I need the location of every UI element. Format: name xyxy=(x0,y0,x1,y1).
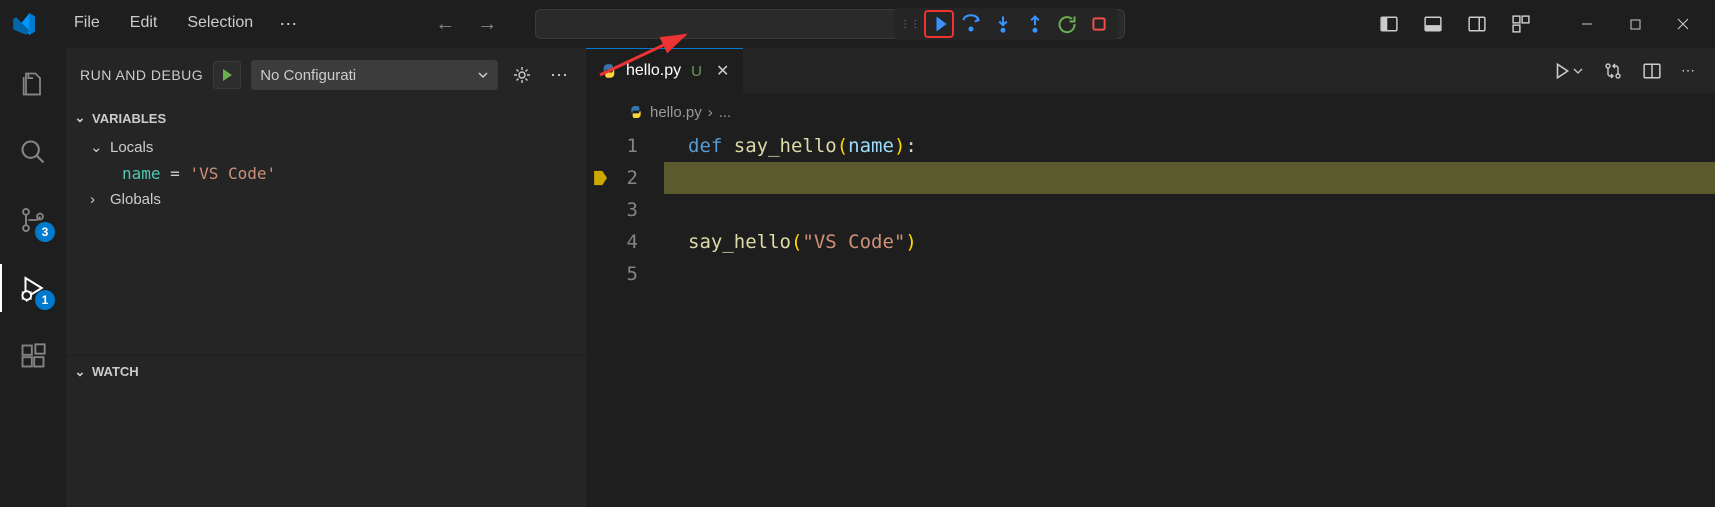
breadcrumb-rest: ... xyxy=(719,104,732,121)
python-file-icon xyxy=(628,104,644,120)
split-editor-icon[interactable] xyxy=(1637,58,1667,84)
tab-filename: hello.py xyxy=(626,62,681,80)
vscode-logo-icon xyxy=(8,8,40,40)
chevron-down-icon: ⌄ xyxy=(72,364,88,380)
step-out-button[interactable] xyxy=(1020,10,1050,38)
explorer-icon[interactable] xyxy=(9,60,57,108)
stop-button[interactable] xyxy=(1084,10,1114,38)
locals-scope[interactable]: ⌄ Locals xyxy=(66,134,586,160)
globals-label: Globals xyxy=(110,191,161,208)
title-bar: File Edit Selection ⋯ ← → ⋮⋮ xyxy=(0,0,1715,48)
extensions-icon[interactable] xyxy=(9,332,57,380)
scm-badge: 3 xyxy=(35,222,55,242)
source-control-icon[interactable]: 3 xyxy=(9,196,57,244)
menu-edit[interactable]: Edit xyxy=(116,8,172,41)
restart-button[interactable] xyxy=(1052,10,1082,38)
close-icon[interactable]: ✕ xyxy=(716,61,729,81)
sidebar-title: RUN AND DEBUG xyxy=(80,67,203,83)
menu-bar: File Edit Selection ⋯ xyxy=(60,8,307,41)
watch-label: WATCH xyxy=(92,364,139,379)
menu-more-icon[interactable]: ⋯ xyxy=(269,8,307,41)
breadcrumb[interactable]: hello.py › ... xyxy=(586,94,1715,130)
breadcrumb-separator: › xyxy=(708,104,713,121)
variables-label: VARIABLES xyxy=(92,111,166,126)
gear-icon[interactable] xyxy=(508,65,536,85)
debug-badge: 1 xyxy=(35,290,55,310)
code-line xyxy=(688,194,1715,226)
code-line: def say_hello(name): xyxy=(688,130,1715,162)
command-center[interactable]: ⋮⋮ xyxy=(535,9,1125,39)
menu-file[interactable]: File xyxy=(60,8,114,41)
nav-back-icon[interactable]: ← xyxy=(427,9,463,40)
debug-config-select[interactable]: No Configurati xyxy=(251,60,498,90)
code-line xyxy=(688,258,1715,290)
code-line: say_hello("VS Code") xyxy=(688,226,1715,258)
variable-row[interactable]: name = 'VS Code' xyxy=(66,160,586,187)
tab-hello-py[interactable]: hello.py U ✕ xyxy=(586,48,743,93)
toggle-panel-icon[interactable] xyxy=(1415,6,1451,42)
globals-scope[interactable]: › Globals xyxy=(66,187,586,212)
run-file-button[interactable] xyxy=(1547,58,1589,84)
line-number: 3 xyxy=(586,194,638,226)
window-close-icon[interactable] xyxy=(1659,6,1707,42)
debug-sidebar: RUN AND DEBUG No Configurati ⋯ ⌄ VARIABL… xyxy=(66,48,586,507)
breadcrumb-file: hello.py xyxy=(650,104,702,121)
chevron-down-icon: ⌄ xyxy=(72,110,88,126)
debug-toolbar: ⋮⋮ xyxy=(894,8,1118,40)
variable-value: 'VS Code' xyxy=(189,164,276,183)
search-icon[interactable] xyxy=(9,128,57,176)
line-number: 4 xyxy=(586,226,638,258)
variable-name: name xyxy=(122,164,161,183)
watch-section-header[interactable]: ⌄ WATCH xyxy=(66,355,586,387)
python-file-icon xyxy=(600,62,618,80)
tab-bar: hello.py U ✕ ⋯ xyxy=(586,48,1715,94)
customize-layout-icon[interactable] xyxy=(1503,6,1539,42)
locals-label: Locals xyxy=(110,139,153,156)
code-editor[interactable]: 1 2 3 4 5 def say_hello(name): print("He… xyxy=(586,130,1715,507)
step-over-button[interactable] xyxy=(956,10,986,38)
window-maximize-icon[interactable] xyxy=(1611,6,1659,42)
run-debug-icon[interactable]: 1 xyxy=(9,264,57,312)
line-number: 5 xyxy=(586,258,638,290)
activity-bar: 3 1 xyxy=(0,48,66,507)
line-number: 2 xyxy=(586,162,638,194)
variables-section-header[interactable]: ⌄ VARIABLES xyxy=(66,102,586,134)
chevron-down-icon xyxy=(477,69,489,81)
line-gutter: 1 2 3 4 5 xyxy=(586,130,656,290)
continue-button[interactable] xyxy=(924,10,954,38)
git-compare-icon[interactable] xyxy=(1597,57,1629,85)
current-line-highlight xyxy=(664,162,1715,194)
nav-forward-icon[interactable]: → xyxy=(469,9,505,40)
tab-modified-indicator: U xyxy=(691,63,702,80)
line-number: 1 xyxy=(586,130,638,162)
config-label: No Configurati xyxy=(260,67,356,84)
editor-more-actions-icon[interactable]: ⋯ xyxy=(1675,58,1701,83)
toggle-primary-sidebar-icon[interactable] xyxy=(1371,6,1407,42)
editor-area: hello.py U ✕ ⋯ hello.py › ... xyxy=(586,48,1715,507)
more-actions-icon[interactable]: ⋯ xyxy=(546,65,572,86)
chevron-right-icon: › xyxy=(90,191,104,208)
grip-icon[interactable]: ⋮⋮ xyxy=(898,19,922,30)
chevron-down-icon: ⌄ xyxy=(90,138,104,156)
start-debugging-button[interactable] xyxy=(213,61,241,89)
toggle-secondary-sidebar-icon[interactable] xyxy=(1459,6,1495,42)
step-into-button[interactable] xyxy=(988,10,1018,38)
window-minimize-icon[interactable] xyxy=(1563,6,1611,42)
menu-selection[interactable]: Selection xyxy=(173,8,267,41)
